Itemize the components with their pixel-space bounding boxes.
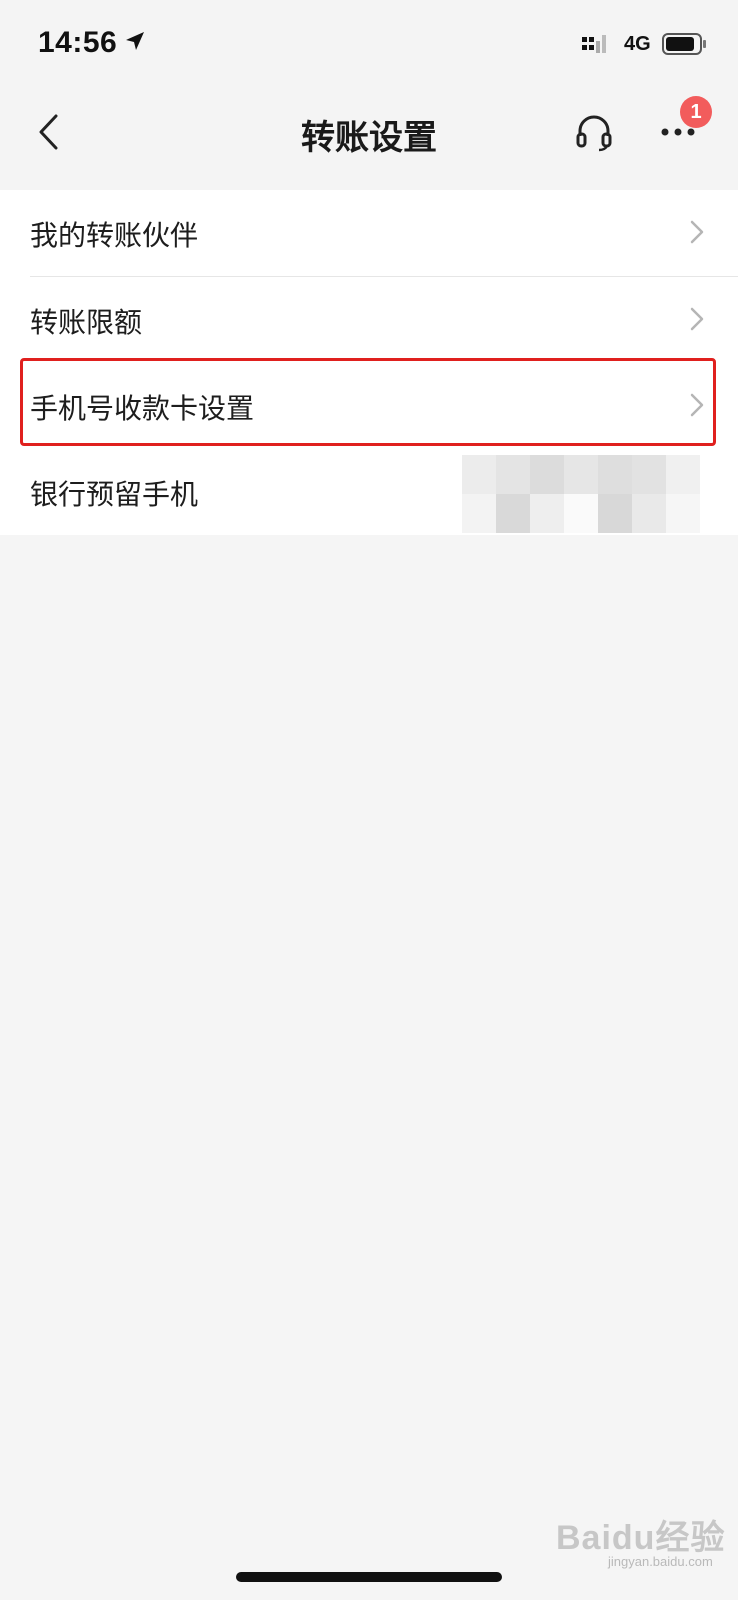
network-type: 4G (624, 33, 651, 55)
list-item-transfer-limit[interactable]: 转账限额 (0, 277, 738, 363)
chevron-right-icon (690, 220, 704, 248)
location-arrow-icon (124, 30, 146, 56)
masked-phone-number (462, 455, 708, 533)
page-title: 转账设置 (301, 118, 437, 158)
chevron-right-icon (690, 307, 704, 335)
list-item-transfer-partners[interactable]: 我的转账伙伴 (0, 190, 738, 276)
list-item-label: 转账限额 (30, 306, 143, 339)
notification-badge: 1 (680, 96, 712, 128)
nav-bar: 转账设置 1 (0, 86, 738, 190)
watermark-url: jingyan.baidu.com (608, 1554, 713, 1569)
battery-icon (662, 32, 708, 60)
list-item-label: 银行预留手机 (30, 478, 199, 511)
status-bar: 14:56 4G (0, 0, 738, 86)
highlight-box (20, 358, 716, 446)
list-item-label: 我的转账伙伴 (30, 219, 199, 252)
signal-icon (582, 33, 612, 59)
watermark-logo: Baidu经验 (556, 1519, 726, 1557)
home-indicator[interactable] (236, 1572, 502, 1582)
headset-icon[interactable] (574, 112, 614, 156)
status-time: 14:56 (38, 26, 118, 59)
